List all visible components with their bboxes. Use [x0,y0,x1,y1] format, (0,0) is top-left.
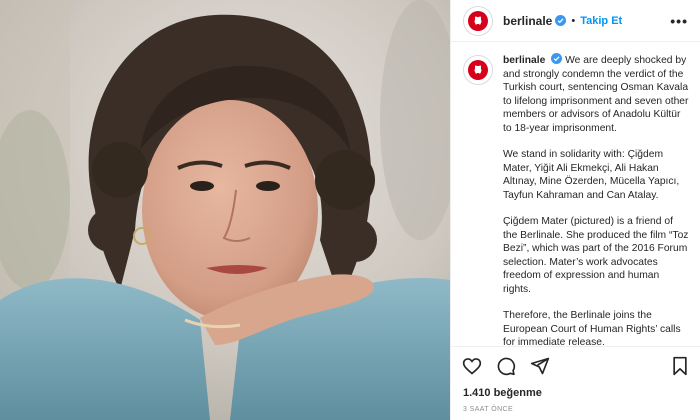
caption-avatar[interactable] [463,55,493,85]
post-side-panel: berlinale • Takip Et ••• berlinale We ar… [450,0,700,420]
heart-icon [462,357,482,375]
caption-paragraph-2: We stand in solidarity with: Çiğdem Mate… [503,149,680,201]
caption-username[interactable]: berlinale [503,55,545,66]
comment-button[interactable] [495,355,517,377]
berlinale-bear-icon [474,16,482,25]
verified-badge-icon [551,53,563,64]
caption-paragraph-1: We are deeply shocked by and strongly co… [503,55,689,134]
action-bar [451,346,700,384]
save-button[interactable] [669,355,691,377]
caption-text: berlinale We are deeply shocked by and s… [503,53,689,345]
post-photo[interactable] [0,0,450,420]
comment-icon [497,357,516,375]
share-button[interactable] [529,355,551,377]
post-timestamp[interactable]: 3 SAAT ÖNCE [463,406,513,413]
bookmark-icon [673,356,687,375]
likes-count[interactable]: 1.410 beğenme [463,387,542,399]
berlinale-bear-icon [474,65,482,74]
separator-dot: • [571,14,576,27]
post-header: berlinale • Takip Et ••• [451,0,700,42]
more-options-button[interactable]: ••• [670,13,688,29]
share-icon [530,357,550,374]
verified-badge-icon [555,15,567,26]
caption-paragraph-4: Therefore, the Berlinale joins the Europ… [503,310,681,345]
caption-paragraph-3: Çiğdem Mater (pictured) is a friend of t… [503,216,689,295]
follow-button[interactable]: Takip Et [580,15,622,27]
caption-area[interactable]: berlinale We are deeply shocked by and s… [451,43,700,345]
portrait-image [0,0,450,420]
like-button[interactable] [461,355,483,377]
header-username[interactable]: berlinale [503,14,552,28]
profile-avatar[interactable] [463,5,493,36]
caption-paragraph: berlinale We are deeply shocked by and s… [503,53,689,134]
